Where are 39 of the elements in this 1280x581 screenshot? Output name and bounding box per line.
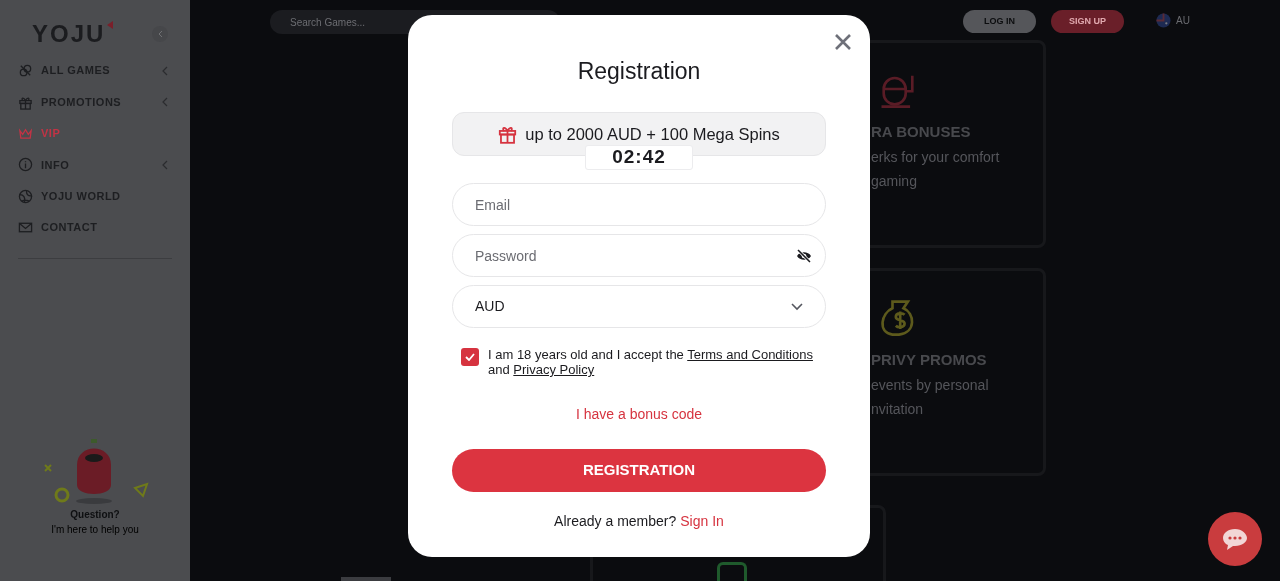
bonus-code-link[interactable]: I have a bonus code	[575, 404, 703, 425]
dialog-title: Registration	[577, 57, 701, 85]
consent-link[interactable]: Privacy Policy	[513, 362, 595, 377]
consent-text: I am 18 years old and I accept the Terms and Conditions and Privacy Policy	[488, 347, 814, 377]
crown-icon	[18, 125, 33, 141]
chevron-down-icon	[791, 302, 803, 311]
consent-checkbox[interactable]	[461, 348, 479, 366]
chat-button[interactable]	[1208, 512, 1262, 566]
close-button[interactable]	[834, 33, 852, 51]
email-field[interactable]: Email	[452, 183, 826, 226]
help-subtitle: I'm here to help you	[51, 523, 139, 537]
member-prompt: Already a member?	[554, 512, 677, 531]
consent-link[interactable]: Terms and Conditions	[687, 347, 813, 362]
chevron-icon	[162, 97, 168, 108]
info-icon	[18, 157, 33, 173]
login-button[interactable]: LOG IN	[963, 10, 1036, 33]
signin-link[interactable]: Sign In	[680, 511, 724, 532]
card-text: events by personal	[871, 375, 989, 395]
bonus-text: up to 2000 AUD + 100 Mega Spins	[525, 123, 780, 145]
gift-icon	[498, 124, 518, 144]
card-title: PRIVY PROMOS	[871, 350, 987, 370]
chevron-left-icon	[157, 30, 163, 38]
card-title: RA BONUSES	[871, 122, 971, 142]
card-text: nvitation	[871, 399, 924, 419]
card-text: erks for your comfort	[871, 147, 1000, 167]
countdown-timer: 02:42	[585, 145, 693, 170]
password-field[interactable]: Password	[452, 234, 826, 277]
registration-button[interactable]: REGISTRATION	[452, 449, 826, 492]
card-text: gaming	[871, 171, 917, 191]
region-label[interactable]: AU	[1176, 13, 1190, 28]
close-icon	[834, 33, 852, 51]
chevron-icon	[162, 65, 168, 76]
help-title: Question?	[70, 508, 120, 522]
chat-icon	[1221, 527, 1249, 551]
checkmark-icon	[465, 353, 475, 361]
chevron-icon	[162, 159, 168, 170]
signup-button[interactable]: SIGN UP	[1051, 10, 1124, 33]
eye-slash-icon[interactable]	[796, 249, 812, 263]
globe-icon	[18, 188, 33, 204]
